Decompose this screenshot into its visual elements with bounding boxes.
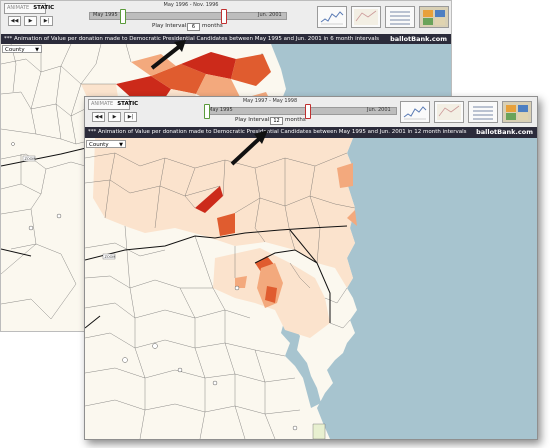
county-shaded (265, 286, 277, 303)
static-option[interactable]: STATIC (31, 4, 56, 13)
callout-arrow-back (150, 40, 186, 70)
zoom-label: ZOOM (105, 255, 116, 259)
back-status-bar: *** Animation of Value per donation made… (1, 34, 451, 44)
play-button[interactable]: ▶ (108, 112, 121, 122)
line-chart-thumbnail[interactable] (317, 6, 347, 28)
rewind-icon: ◀◀ (94, 114, 103, 120)
static-option[interactable]: STATIC (115, 100, 140, 109)
county-select-value: County (5, 47, 25, 53)
range-start-handle[interactable] (204, 104, 210, 119)
play-interval-label: Play Interval: (152, 23, 189, 29)
map-thumbnail[interactable] (351, 6, 381, 28)
play-icon: ▶ (28, 18, 33, 24)
front-toolbar: ANIMATE STATIC ◀◀ ▶ ▶| May 1997 - May 199… (85, 97, 537, 128)
time-range-label: May 1997 - May 1998 (242, 98, 298, 104)
range-start-handle[interactable] (120, 9, 126, 24)
county-select[interactable]: County ▼ (86, 140, 126, 148)
line-chart-thumbnail[interactable] (400, 101, 430, 123)
animation-description: *** Animation of Value per donation made… (88, 129, 467, 135)
county-select-value: County (89, 142, 109, 148)
callout-arrow-front (230, 130, 268, 166)
timeline-start-label: May 1995 (93, 12, 118, 18)
rewind-button[interactable]: ◀◀ (8, 16, 21, 26)
front-status-bar: *** Animation of Value per donation made… (85, 127, 537, 138)
county-select[interactable]: County ▼ (2, 45, 42, 53)
animation-description: *** Animation of Value per donation made… (4, 36, 379, 42)
grid-thumbnail[interactable] (502, 101, 532, 123)
chevron-down-icon: ▼ (119, 142, 123, 148)
chevron-down-icon: ▼ (35, 47, 39, 53)
animate-option[interactable]: ANIMATE (5, 4, 31, 13)
timeline-start-label: May 1995 (208, 107, 233, 113)
interval-unit-label: months (285, 117, 306, 123)
rewind-icon: ◀◀ (10, 18, 19, 24)
forward-button[interactable]: ▶| (40, 16, 53, 26)
range-end-handle[interactable] (221, 9, 227, 24)
zoom-label: ZOOM (25, 157, 36, 161)
forward-button[interactable]: ▶| (124, 112, 137, 122)
table-thumbnail[interactable] (385, 6, 415, 28)
map-thumbnail[interactable] (434, 101, 464, 123)
play-interval-input[interactable]: 12 (270, 117, 283, 125)
front-map[interactable]: ZOOM County ▼ (85, 138, 537, 439)
time-range-label: May 1996 - Nov. 1996 (163, 2, 219, 8)
timeline-end-label: Jun. 2001 (258, 12, 282, 18)
back-toolbar: ANIMATE STATIC ◀◀ ▶ ▶| May 1996 - Nov. 19… (1, 1, 451, 35)
interval-unit-label: months (202, 23, 223, 29)
step-forward-icon: ▶| (127, 114, 134, 120)
step-forward-icon: ▶| (43, 18, 50, 24)
play-interval-label: Play Interval: (235, 117, 272, 123)
brand-label[interactable]: ballotBank.com (472, 127, 533, 138)
rewind-button[interactable]: ◀◀ (92, 112, 105, 122)
animate-option[interactable]: ANIMATE (89, 100, 115, 109)
front-window: ANIMATE STATIC ◀◀ ▶ ▶| May 1997 - May 199… (84, 96, 538, 440)
play-interval-input[interactable]: 6 (187, 23, 200, 31)
grid-thumbnail[interactable] (419, 6, 449, 28)
table-thumbnail[interactable] (468, 101, 498, 123)
play-button[interactable]: ▶ (24, 16, 37, 26)
brand-label[interactable]: ballotBank.com (386, 34, 447, 44)
mode-toggle[interactable]: ANIMATE STATIC (4, 3, 54, 14)
play-icon: ▶ (112, 114, 117, 120)
timeline-end-label: Jun. 2001 (367, 107, 391, 113)
mode-toggle[interactable]: ANIMATE STATIC (88, 99, 138, 110)
